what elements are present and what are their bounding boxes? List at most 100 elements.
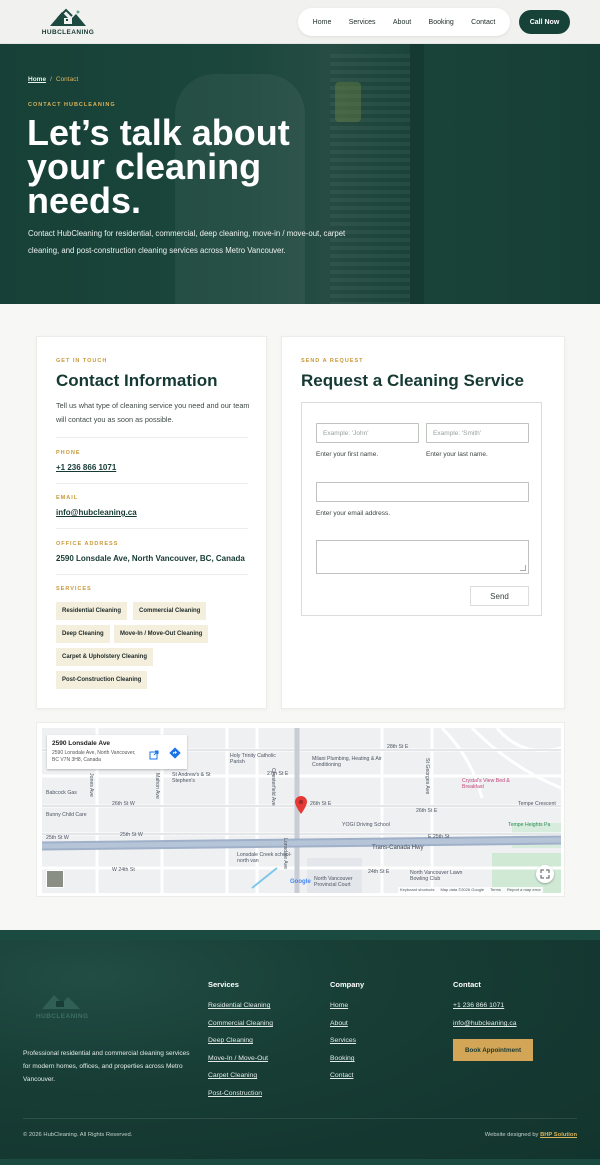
map-street-label: E 25th St <box>428 834 450 840</box>
service-chip: Post-Construction Cleaning <box>56 671 148 689</box>
nav-services[interactable]: Services <box>349 19 376 26</box>
address-value: 2590 Lonsdale Ave, North Vancouver, BC, … <box>56 554 245 563</box>
book-appointment-button[interactable]: Book Appointment <box>453 1039 533 1061</box>
footer-company-link[interactable]: Home <box>330 1002 348 1009</box>
footer-service-link[interactable]: Move-In / Move-Out <box>208 1055 268 1062</box>
footer-company-link[interactable]: Booking <box>330 1055 355 1062</box>
footer-company-link[interactable]: About <box>330 1020 348 1027</box>
map-place-card[interactable]: 2590 Lonsdale Ave 2590 Lonsdale Ave, Nor… <box>47 735 187 769</box>
designer-credit: Website designed by BHP Solution <box>485 1132 577 1138</box>
first-name-help: Enter your first name. <box>316 451 379 458</box>
breadcrumb-home[interactable]: Home <box>28 76 46 83</box>
map-embed[interactable]: 2590 Lonsdale Ave 2590 Lonsdale Ave, Nor… <box>36 722 565 897</box>
map-layers-thumbnail-icon[interactable] <box>46 870 64 888</box>
map-street-label: St Georges Ave <box>424 758 430 795</box>
logo-text: HUBCLEANING <box>41 29 95 36</box>
footer-service-link[interactable]: Carpet Cleaning <box>208 1072 257 1079</box>
nav-home[interactable]: Home <box>313 19 332 26</box>
map-poi: Tempe Heights Pa <box>508 822 551 828</box>
hero-description: Contact HubCleaning for residential, com… <box>28 229 346 255</box>
footer-email-link[interactable]: info@hubcleaning.ca <box>453 1020 517 1027</box>
footer-company-title: Company <box>330 980 365 989</box>
house-logo-icon <box>42 995 80 1009</box>
credit-link[interactable]: BHP Solution <box>540 1132 577 1138</box>
breadcrumb-separator: / <box>50 76 52 83</box>
footer-divider <box>23 1118 577 1119</box>
open-in-maps-icon[interactable] <box>149 747 159 760</box>
site-footer: HUBCLEANING Professional residential and… <box>0 930 600 1165</box>
map-poi: Crystal's View Bed & Breakfast <box>462 778 510 790</box>
email-link[interactable]: info@hubcleaning.ca <box>56 508 137 517</box>
nav-about[interactable]: About <box>393 19 411 26</box>
phone-link[interactable]: +1 236 866 1071 <box>56 463 116 472</box>
breadcrumb-current: Contact <box>55 76 79 83</box>
main-nav: Home Services About Booking Contact <box>298 8 510 36</box>
footer-service-link[interactable]: Post-Construction <box>208 1090 262 1097</box>
contact-info-card: GET IN TOUCH Contact Information Tell us… <box>36 336 267 709</box>
map-street-label: 26th St W <box>112 801 135 807</box>
request-title: Request a Cleaning Service <box>301 371 524 390</box>
service-chip: Deep Cleaning <box>56 625 110 643</box>
request-card: SEND A REQUEST Request a Cleaning Servic… <box>281 336 565 709</box>
footer-logo-text: HUBCLEANING <box>36 1013 89 1020</box>
last-name-input[interactable]: Example: 'Smith' <box>426 423 529 443</box>
map-canvas[interactable]: 2590 Lonsdale Ave 2590 Lonsdale Ave, Nor… <box>42 728 561 893</box>
message-textarea[interactable] <box>316 540 529 574</box>
google-logo: Google <box>290 879 311 885</box>
footer-company-link[interactable]: Contact <box>330 1072 353 1079</box>
hero-eyebrow: CONTACT HUBCLEANING <box>28 102 116 108</box>
service-chip: Commercial Cleaning <box>133 602 207 620</box>
map-pin-icon[interactable] <box>295 796 307 814</box>
hero-section: Home / Contact CONTACT HUBCLEANING Let’s t… <box>0 44 600 304</box>
report-error-link[interactable]: Report a map error <box>507 887 541 893</box>
map-street-label: Lonsdale Ave <box>282 838 288 870</box>
directions-icon[interactable] <box>169 746 181 759</box>
terms-link[interactable]: Terms <box>490 887 501 893</box>
footer-logo[interactable]: HUBCLEANING <box>36 987 88 1023</box>
call-now-button[interactable]: Call Now <box>519 10 570 34</box>
map-street-label: Chesterfield Ave <box>270 768 276 806</box>
fullscreen-icon[interactable] <box>536 865 554 883</box>
footer-service-link[interactable]: Deep Cleaning <box>208 1037 253 1044</box>
map-poi: Bunny Child Care <box>46 812 87 818</box>
keyboard-shortcuts-link[interactable]: Keyboard shortcuts <box>400 887 434 893</box>
map-data-text: Map data ©2026 Google <box>440 887 485 892</box>
map-place-title: 2590 Lonsdale Ave <box>52 740 111 747</box>
map-attribution-bar: Keyboard shortcuts Map data ©2026 Google… <box>398 887 543 893</box>
service-chip: Move-In / Move-Out Cleaning <box>114 625 209 643</box>
map-poi: Milani Plumbing, Heating & Air Condition… <box>312 756 382 768</box>
services-label: SERVICES <box>56 586 92 592</box>
email-input[interactable] <box>316 482 529 502</box>
map-poi: North Vancouver Provincial Court <box>314 876 353 888</box>
footer-top-band <box>0 930 600 940</box>
email-label: EMAIL <box>56 495 79 501</box>
map-street-label: Tempe Crescent <box>518 801 556 807</box>
divider <box>56 483 248 484</box>
footer-service-link[interactable]: Commercial Cleaning <box>208 1020 273 1027</box>
nav-contact[interactable]: Contact <box>471 19 495 26</box>
map-highway-label: Trans-Canada Hwy <box>372 845 424 851</box>
request-form: Example: 'John' Enter your first name. E… <box>301 402 542 616</box>
footer-description: Professional residential and commercial … <box>23 1050 190 1083</box>
map-place-address: 2590 Lonsdale Ave, North Vancouver, BC V… <box>52 750 136 763</box>
footer-contact-title: Contact <box>453 980 481 989</box>
contact-eyebrow: GET IN TOUCH <box>56 358 108 364</box>
footer-company-link[interactable]: Services <box>330 1037 356 1044</box>
nav-booking[interactable]: Booking <box>429 19 454 26</box>
map-street-label: Mahon Ave <box>154 773 160 799</box>
map-street-label: 28th St E <box>387 744 409 750</box>
last-name-help: Enter your last name. <box>426 451 488 458</box>
footer-service-link[interactable]: Residential Cleaning <box>208 1002 270 1009</box>
site-header: HUBCLEANING Home Services About Booking … <box>0 0 600 44</box>
send-button[interactable]: Send <box>470 586 529 606</box>
email-help: Enter your email address. <box>316 510 391 517</box>
map-poi: Holy Trinity Catholic Parish <box>230 753 276 765</box>
logo[interactable]: HUBCLEANING <box>40 4 96 40</box>
contact-description: Tell us what type of cleaning service yo… <box>56 401 250 424</box>
phone-label: PHONE <box>56 450 81 456</box>
divider <box>56 574 248 575</box>
first-name-input[interactable]: Example: 'John' <box>316 423 419 443</box>
page-title: Let’s talk about your cleaning needs. <box>27 112 290 221</box>
footer-phone-link[interactable]: +1 236 866 1071 <box>453 1002 504 1009</box>
footer-services-title: Services <box>208 980 239 989</box>
